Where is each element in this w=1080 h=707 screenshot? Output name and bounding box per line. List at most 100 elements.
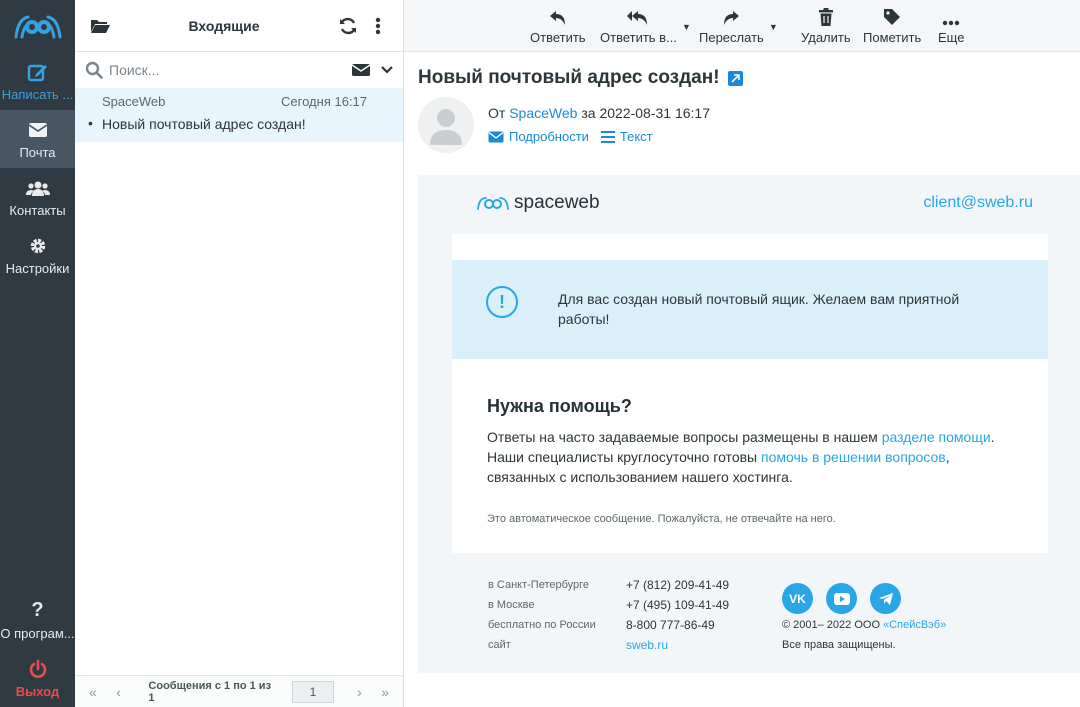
search-icon bbox=[85, 61, 103, 79]
contact-label: в Москве bbox=[488, 599, 535, 611]
search-bar[interactable]: Поиск... bbox=[75, 52, 403, 88]
help-text: Ответы на часто задаваемые вопросы разме… bbox=[487, 427, 1017, 487]
main-nav: Написать ... Почта Контакты Настройки ? … bbox=[0, 0, 75, 707]
delete-button[interactable]: Удалить bbox=[801, 4, 851, 45]
nav-compose[interactable]: Написать ... bbox=[0, 52, 75, 110]
email-body: spaceweb client@sweb.ru ! Для вас создан… bbox=[418, 175, 1080, 673]
reply-all-label: Ответить в... bbox=[600, 30, 677, 45]
page-number-input[interactable]: 1 bbox=[292, 680, 334, 703]
auto-note: Это автоматическое сообщение. Пожалуйста… bbox=[487, 513, 836, 525]
avatar bbox=[418, 97, 474, 153]
help-title: Нужна помощь? bbox=[487, 396, 632, 416]
next-page-button[interactable]: › bbox=[350, 684, 370, 700]
plain-text-link[interactable]: Текст bbox=[600, 129, 653, 144]
forward-button[interactable]: Переслать ▼ bbox=[699, 4, 778, 45]
gear-icon bbox=[29, 235, 47, 257]
nav-about[interactable]: ? О програм... bbox=[0, 591, 75, 649]
message-date: 2022-08-31 16:17 bbox=[599, 105, 710, 121]
list-pager: « ‹ Сообщения с 1 по 1 из 1 1 › » bbox=[75, 675, 403, 707]
nav-mail[interactable]: Почта bbox=[0, 110, 75, 168]
contact-value: +7 (812) 209-41-49 bbox=[626, 578, 730, 592]
spider-logo-icon bbox=[14, 15, 61, 39]
refresh-icon bbox=[340, 17, 356, 34]
reply-button[interactable]: Ответить bbox=[530, 4, 586, 45]
nav-contacts-label: Контакты bbox=[9, 202, 66, 218]
first-page-button[interactable]: « bbox=[83, 684, 103, 700]
question-icon: ? bbox=[31, 599, 44, 621]
text-lines-icon bbox=[600, 130, 615, 143]
nav-mail-label: Почта bbox=[19, 144, 56, 160]
folders-button[interactable] bbox=[85, 11, 115, 41]
vk-icon[interactable]: VK bbox=[782, 583, 813, 614]
notice-text: Для вас создан новый почтовый ящик. Жела… bbox=[558, 291, 960, 327]
forward-label: Переслать bbox=[699, 30, 764, 45]
message-list-panel: Входящие Поиск... SpaceWeb Сегодня 16:17… bbox=[75, 0, 404, 707]
details-link[interactable]: Подробности bbox=[488, 129, 589, 144]
copyright-block: © 2001– 2022 ООО «СпейсВэб» Все права за… bbox=[782, 615, 946, 655]
help-section-link[interactable]: разделе помощи bbox=[882, 429, 991, 445]
rights-text: Все права защищены. bbox=[782, 639, 896, 651]
last-page-button[interactable]: » bbox=[375, 684, 395, 700]
kebab-menu-icon bbox=[375, 17, 381, 34]
exclamation-icon: ! bbox=[486, 286, 518, 318]
reply-label: Ответить bbox=[530, 30, 586, 45]
chevron-down-icon bbox=[381, 66, 393, 74]
list-menu-button[interactable] bbox=[363, 11, 393, 41]
subject-text: Новый почтовый адрес создан! bbox=[418, 67, 720, 88]
folder-open-icon bbox=[91, 19, 110, 33]
search-input[interactable]: Поиск... bbox=[103, 62, 351, 78]
pager-text: Сообщения с 1 по 1 из 1 bbox=[148, 679, 272, 704]
list-header: Входящие bbox=[75, 0, 403, 52]
copyright-text: © 2001– 2022 ООО bbox=[782, 619, 884, 631]
plain-text-label: Текст bbox=[619, 129, 653, 144]
reply-icon bbox=[549, 4, 567, 26]
message-toolbar: Ответить Ответить в... ▼ Переслать ▼ Уда… bbox=[404, 0, 1080, 52]
more-button[interactable]: Еще bbox=[938, 4, 964, 45]
mark-button[interactable]: Пометить bbox=[863, 4, 921, 45]
notice-block: ! Для вас создан новый почтовый ящик. Же… bbox=[452, 260, 1048, 359]
date-prefix: за bbox=[581, 105, 596, 121]
help-text-part: Ответы на часто задаваемые вопросы разме… bbox=[487, 429, 882, 445]
folder-title: Входящие bbox=[188, 17, 260, 34]
envelope-filter-icon bbox=[351, 64, 371, 76]
help-support-link[interactable]: помочь в решении вопросов bbox=[761, 449, 946, 465]
message-time: Сегодня 16:17 bbox=[281, 94, 367, 109]
social-links: VK bbox=[782, 583, 901, 614]
forward-icon bbox=[722, 4, 740, 26]
nav-settings[interactable]: Настройки bbox=[0, 226, 75, 284]
spaceweb-spider-icon bbox=[477, 197, 509, 210]
contact-row: в Москве +7 (495) 109-41-49 bbox=[488, 595, 729, 615]
nav-bottom: ? О програм... Выход bbox=[0, 591, 75, 707]
contact-row: сайт sweb.ru bbox=[488, 635, 729, 655]
power-icon bbox=[28, 658, 48, 680]
spaceweb-logo: spaceweb bbox=[476, 192, 600, 214]
telegram-icon[interactable] bbox=[870, 583, 901, 614]
client-email-link[interactable]: client@sweb.ru bbox=[923, 194, 1033, 212]
message-from: От SpaceWeb за 2022-08-31 16:17 bbox=[488, 105, 710, 121]
message-sender: SpaceWeb bbox=[102, 94, 166, 109]
delete-label: Удалить bbox=[801, 30, 851, 45]
from-link[interactable]: SpaceWeb bbox=[509, 105, 577, 121]
tag-icon bbox=[883, 4, 901, 26]
message-reader: Ответить Ответить в... ▼ Переслать ▼ Уда… bbox=[404, 0, 1080, 707]
youtube-icon[interactable] bbox=[826, 583, 857, 614]
refresh-button[interactable] bbox=[333, 11, 363, 41]
contact-label: сайт bbox=[488, 639, 511, 651]
message-meta-links: Подробности Текст bbox=[488, 129, 653, 144]
forward-caret-icon[interactable]: ▼ bbox=[769, 22, 778, 32]
nav-about-label: О програм... bbox=[0, 625, 75, 641]
envelope-icon bbox=[488, 131, 504, 142]
prev-page-button[interactable]: ‹ bbox=[109, 684, 129, 700]
app-logo[interactable] bbox=[0, 0, 75, 52]
list-item[interactable]: SpaceWeb Сегодня 16:17 Новый почтовый ад… bbox=[75, 88, 403, 142]
details-label: Подробности bbox=[509, 129, 589, 144]
nav-contacts[interactable]: Контакты bbox=[0, 168, 75, 226]
reply-all-caret-icon[interactable]: ▼ bbox=[682, 22, 691, 32]
site-link[interactable]: sweb.ru bbox=[626, 635, 668, 655]
open-external-icon[interactable] bbox=[727, 70, 743, 86]
contact-value: 8-800 777-86-49 bbox=[626, 618, 715, 632]
reply-all-button[interactable]: Ответить в... ▼ bbox=[600, 4, 691, 45]
company-link[interactable]: «СпейсВэб» bbox=[883, 619, 946, 631]
nav-logout[interactable]: Выход bbox=[0, 649, 75, 707]
contacts-block: в Санкт-Петербурге +7 (812) 209-41-49 в М… bbox=[488, 575, 729, 655]
